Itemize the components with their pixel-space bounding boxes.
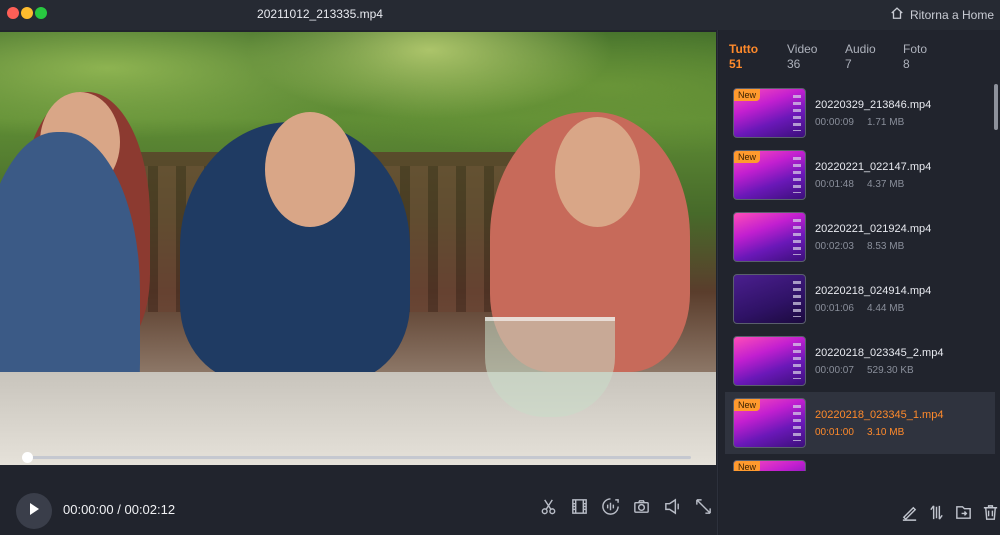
list-item[interactable]: 20220218_023345_2.mp4 00:00:07 529.30 KB	[725, 330, 995, 392]
export-button[interactable]	[953, 504, 974, 525]
player-toolbar	[538, 497, 714, 521]
file-name: 20220221_022147.mp4	[815, 161, 932, 173]
snapshot-button[interactable]	[631, 498, 652, 519]
camera-icon	[632, 497, 651, 521]
file-duration: 00:01:06	[815, 303, 854, 314]
thumbnail	[733, 212, 806, 262]
new-badge: New	[734, 89, 761, 101]
thumbnail: New	[733, 398, 806, 448]
audio-button[interactable]	[600, 497, 621, 521]
current-time: 00:00:00	[63, 502, 114, 517]
thumbnail	[733, 274, 806, 324]
tab-count: 36	[787, 57, 801, 71]
tab-count: 8	[903, 57, 910, 71]
home-icon	[890, 6, 904, 23]
seek-knob[interactable]	[22, 452, 33, 463]
time-separator: /	[117, 502, 121, 517]
file-duration: 00:02:03	[815, 241, 854, 252]
list-item[interactable]: New 20220329_213846.mp4 00:00:09 1.71 MB	[725, 82, 995, 144]
list-item[interactable]: 20220221_021924.mp4 00:02:03 8.53 MB	[725, 206, 995, 268]
file-size: 3.10 MB	[867, 427, 905, 438]
cut-button[interactable]	[538, 498, 559, 519]
file-size: 4.44 MB	[867, 303, 905, 314]
media-list: New 20220329_213846.mp4 00:00:09 1.71 MB …	[725, 82, 995, 471]
tab-audio[interactable]: Audio 7	[845, 42, 903, 72]
sort-button[interactable]	[926, 504, 947, 525]
list-item[interactable]: New	[725, 454, 995, 471]
file-meta: 00:00:09 1.71 MB	[815, 117, 904, 128]
scissors-icon	[539, 497, 558, 521]
tab-count: 51	[729, 57, 743, 71]
file-duration: 00:00:07	[815, 365, 854, 376]
list-scrollbar[interactable]	[994, 84, 998, 130]
title-bar: 20211012_213335.mp4 Ritorna a Home	[0, 0, 1000, 30]
home-button[interactable]: Ritorna a Home	[890, 6, 994, 23]
file-duration: 00:01:00	[815, 427, 854, 438]
trash-icon	[981, 503, 1000, 527]
tab-all[interactable]: Tutto 51	[729, 42, 787, 72]
file-meta: 00:02:03 8.53 MB	[815, 241, 904, 252]
list-item[interactable]: New 20220221_022147.mp4 00:01:48 4.37 MB	[725, 144, 995, 206]
filter-tabs: Tutto 51 Video 36 Audio 7 Foto 8	[729, 42, 961, 72]
tab-photo[interactable]: Foto 8	[903, 42, 961, 72]
file-name: 20220218_023345_2.mp4	[815, 347, 944, 359]
tab-count: 7	[845, 57, 852, 71]
thumbnail: New	[733, 460, 806, 471]
tab-label: Video	[787, 42, 818, 56]
seek-bar[interactable]	[27, 456, 691, 459]
file-meta: 00:01:48 4.37 MB	[815, 179, 904, 190]
tab-video[interactable]: Video 36	[787, 42, 845, 72]
video-frame[interactable]	[0, 32, 716, 465]
fullscreen-icon	[694, 497, 713, 521]
file-meta: 00:00:07 529.30 KB	[815, 365, 914, 376]
file-name: 20220218_024914.mp4	[815, 285, 932, 297]
home-button-label: Ritorna a Home	[909, 7, 994, 22]
new-badge: New	[734, 151, 761, 163]
file-size: 4.37 MB	[867, 179, 905, 190]
export-icon	[954, 503, 973, 527]
thumbnail: New	[733, 88, 806, 138]
volume-button[interactable]	[662, 498, 683, 519]
file-meta: 00:01:00 3.10 MB	[815, 427, 904, 438]
speaker-icon	[663, 497, 682, 521]
sidebar-toolbar	[899, 504, 1000, 525]
list-item[interactable]: 20220218_024914.mp4 00:01:06 4.44 MB	[725, 268, 995, 330]
media-sidebar: Tutto 51 Video 36 Audio 7 Foto 8 New 202…	[719, 30, 1000, 535]
file-duration: 00:00:09	[815, 117, 854, 128]
file-duration: 00:01:48	[815, 179, 854, 190]
trim-button[interactable]	[569, 498, 590, 519]
file-name: 20220329_213846.mp4	[815, 99, 932, 111]
file-size: 1.71 MB	[867, 117, 905, 128]
delete-button[interactable]	[980, 504, 1000, 525]
edit-icon	[900, 503, 919, 527]
file-name: 20220221_021924.mp4	[815, 223, 932, 235]
rename-button[interactable]	[899, 504, 920, 525]
tab-label: Audio	[845, 42, 876, 56]
play-button[interactable]	[16, 493, 52, 529]
new-badge: New	[734, 461, 761, 471]
thumbnail	[733, 336, 806, 386]
list-item-selected[interactable]: New 20220218_023345_1.mp4 00:01:00 3.10 M…	[725, 392, 995, 454]
fullscreen-button[interactable]	[693, 498, 714, 519]
window-title: 20211012_213335.mp4	[257, 7, 383, 21]
new-badge: New	[734, 399, 761, 411]
audio-wave-icon	[601, 497, 620, 521]
total-time: 00:02:12	[124, 502, 176, 517]
file-meta: 00:01:06 4.44 MB	[815, 303, 904, 314]
app-window: 20211012_213335.mp4 Ritorna a Home 00:00…	[0, 0, 1000, 535]
thumbnail: New	[733, 150, 806, 200]
sort-icon	[927, 503, 946, 527]
file-name: 20220218_023345_1.mp4	[815, 409, 944, 421]
file-size: 8.53 MB	[867, 241, 905, 252]
tab-label: Tutto	[729, 42, 759, 56]
tab-label: Foto	[903, 42, 928, 56]
player-panel: 00:00:00 / 00:02:12	[0, 30, 718, 535]
file-size: 529.30 KB	[867, 365, 914, 376]
film-strip-icon	[570, 497, 589, 521]
play-icon	[26, 501, 42, 522]
time-display: 00:00:00 / 00:02:12	[63, 502, 175, 517]
